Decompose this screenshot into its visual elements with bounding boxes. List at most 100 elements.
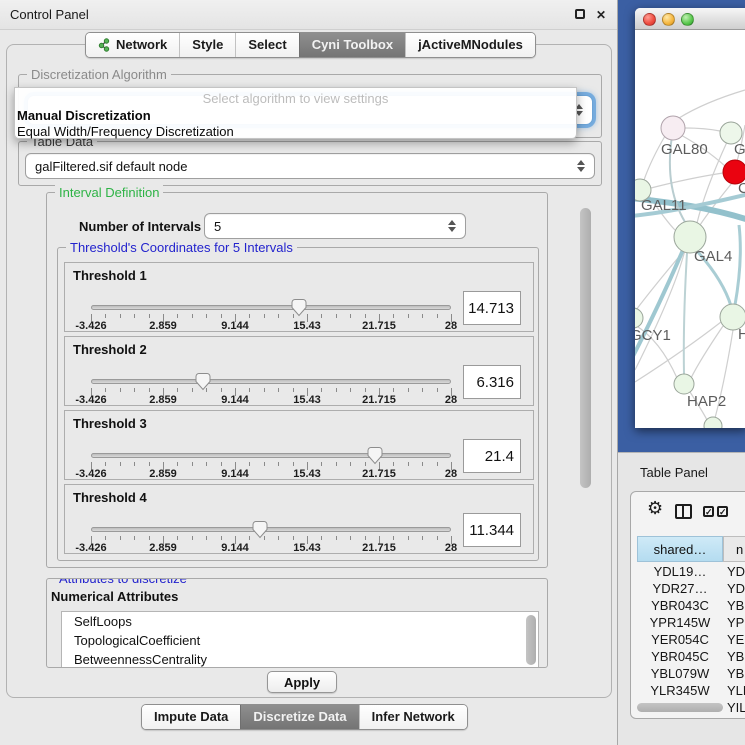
- table-row[interactable]: YBL079W YBL0: [637, 666, 745, 683]
- tab-network[interactable]: Network: [86, 33, 179, 57]
- zoom-traffic-light-icon[interactable]: [681, 13, 694, 26]
- threshold-4-label: Threshold 4: [73, 490, 147, 505]
- float-window-icon[interactable]: [575, 9, 585, 19]
- cell-name[interactable]: YER0: [727, 632, 745, 647]
- label-clipped-g: GA: [734, 141, 745, 158]
- tab-infer-network[interactable]: Infer Network: [359, 705, 467, 729]
- table-row[interactable]: YDR27… YDR2: [637, 581, 745, 598]
- column-header-name[interactable]: n: [723, 536, 745, 562]
- threshold-2-slider[interactable]: [91, 379, 451, 384]
- threshold-4-panel: Threshold 4 -3.426 2.859 9.144 15.43 21.…: [64, 484, 534, 554]
- network-canvas[interactable]: GAL80 GA C GAL11 GAL4 GCY1 H HAP2: [635, 30, 745, 428]
- threshold-3-panel: Threshold 3 -3.426 2.859 9.144 15.43 21.…: [64, 410, 534, 480]
- slider-tick-labels: -3.426 2.859 9.144 15.43 21.715 28: [91, 542, 451, 554]
- cell-shared-name[interactable]: YDR27…: [637, 581, 723, 596]
- threshold-1-slider[interactable]: [91, 305, 451, 310]
- list-scrollbar[interactable]: [526, 615, 536, 665]
- table-row[interactable]: YLR345W YLR3: [637, 683, 745, 700]
- interval-definition-group: Interval Definition Number of Intervals …: [46, 192, 548, 568]
- table-row[interactable]: YER054C YER0: [637, 632, 745, 649]
- number-of-intervals-label: Number of Intervals: [79, 219, 201, 234]
- cell-name[interactable]: YDR2: [727, 581, 745, 596]
- cell-shared-name[interactable]: YER054C: [637, 632, 723, 647]
- control-panel: Control Panel ✕ Network Style Select Cyn…: [0, 0, 618, 745]
- tab-jactivemnodules[interactable]: jActiveMNodules: [405, 33, 535, 57]
- threshold-2-label: Threshold 2: [73, 342, 147, 357]
- table-panel-body: ⚙ ✓ ✓ shared… n YDL19… YDL1 YDR27… YDR2 YBR0…: [630, 491, 745, 719]
- checkbox-icon[interactable]: ✓: [703, 506, 714, 517]
- slider-tick-labels: -3.426 2.859 9.144 15.43 21.715 28: [91, 394, 451, 406]
- cell-name[interactable]: YIL0: [727, 700, 745, 715]
- tab-impute-data[interactable]: Impute Data: [142, 705, 240, 729]
- cell-shared-name[interactable]: YBR043C: [637, 598, 723, 613]
- label-gal4: GAL4: [694, 248, 732, 265]
- threshold-1-label: Threshold 1: [73, 268, 147, 283]
- popup-option-manual[interactable]: Manual Discretization: [17, 108, 572, 123]
- threshold-4-slider[interactable]: [91, 527, 451, 532]
- cell-shared-name[interactable]: YBR045C: [637, 649, 723, 664]
- apply-button[interactable]: Apply: [267, 671, 337, 693]
- threshold-2-panel: Threshold 2 -3.426 2.859 9.144 15.43 21.…: [64, 336, 534, 406]
- slider-tick-labels: -3.426 2.859 9.144 15.43 21.715 28: [91, 320, 451, 332]
- label-gal11: GAL11: [641, 197, 687, 214]
- gear-icon[interactable]: ⚙: [647, 498, 663, 519]
- table-row[interactable]: YBR043C YBR0: [637, 598, 745, 615]
- table-data-group: Table Data galFiltered.sif default node: [18, 141, 602, 186]
- cell-shared-name[interactable]: YBL079W: [637, 666, 723, 681]
- checkbox-icon[interactable]: ✓: [717, 506, 728, 517]
- list-item[interactable]: BetweennessCentrality: [62, 650, 538, 668]
- network-window-titlebar[interactable]: [635, 8, 745, 30]
- cell-shared-name[interactable]: YLR345W: [637, 683, 723, 698]
- tab-style[interactable]: Style: [179, 33, 235, 57]
- close-traffic-light-icon[interactable]: [643, 13, 656, 26]
- table-data-combobox[interactable]: galFiltered.sif default node: [25, 153, 595, 179]
- table-panel-title: Table Panel: [640, 465, 708, 480]
- cell-shared-name[interactable]: YPR145W: [637, 615, 723, 630]
- list-item[interactable]: TopologicalCoefficient: [62, 631, 538, 650]
- threshold-3-label: Threshold 3: [73, 416, 147, 431]
- cell-name[interactable]: YBR0: [727, 649, 745, 664]
- node-gal80[interactable]: [661, 116, 685, 140]
- threshold-2-value-field[interactable]: 6.316: [463, 365, 521, 399]
- threshold-3-slider[interactable]: [91, 453, 451, 458]
- tab-discretize-data[interactable]: Discretize Data: [240, 705, 358, 729]
- cell-shared-name[interactable]: YDL19…: [637, 564, 723, 579]
- threshold-4-value-field[interactable]: 11.344: [463, 513, 521, 547]
- cell-name[interactable]: YDL1: [727, 564, 745, 579]
- thresholds-group: Threshold's Coordinates for 5 Intervals …: [57, 247, 539, 561]
- close-icon[interactable]: ✕: [595, 9, 607, 21]
- cell-name[interactable]: YLR3: [727, 683, 745, 698]
- tab-cyni-toolbox[interactable]: Cyni Toolbox: [299, 33, 405, 57]
- table-row[interactable]: YDL19… YDL1: [637, 564, 745, 581]
- threshold-3-value-field[interactable]: 21.4: [463, 439, 521, 473]
- cell-name[interactable]: YPR1: [727, 615, 745, 630]
- combo-arrows-icon: [448, 220, 457, 232]
- table-row[interactable]: YBR045C YBR0: [637, 649, 745, 666]
- number-of-intervals-combobox[interactable]: 5: [204, 213, 466, 239]
- control-panel-titlebar: Control Panel ✕: [0, 0, 617, 30]
- numerical-attributes-list[interactable]: SelfLoops TopologicalCoefficient Between…: [61, 611, 539, 668]
- threshold-1-value-field[interactable]: 14.713: [463, 291, 521, 325]
- algorithm-dropdown-popup: Select algorithm to view settings Manual…: [14, 87, 577, 139]
- label-clipped-h: H: [738, 326, 745, 343]
- label-hap2: HAP2: [687, 393, 726, 410]
- table-row[interactable]: YPR145W YPR1: [637, 615, 745, 632]
- table-data-combo-value: galFiltered.sif default node: [35, 159, 187, 174]
- column-header-shared-name[interactable]: shared…: [637, 536, 723, 562]
- network-icon: [98, 38, 111, 52]
- cell-name[interactable]: YBR0: [727, 598, 745, 613]
- tab-select[interactable]: Select: [235, 33, 298, 57]
- list-item[interactable]: SelfLoops: [62, 612, 538, 631]
- node-hap2[interactable]: [674, 374, 694, 394]
- split-columns-icon[interactable]: [675, 504, 692, 519]
- popup-option-equal-width[interactable]: Equal Width/Frequency Discretization: [17, 124, 572, 139]
- label-gcy1: GCY1: [635, 327, 671, 344]
- combo-arrows-icon: [577, 160, 586, 172]
- cell-name[interactable]: YBL0: [727, 666, 745, 681]
- table-horizontal-scrollbar[interactable]: [637, 703, 723, 712]
- node-gcy1[interactable]: [635, 308, 643, 328]
- panel-scrollbar[interactable]: [580, 208, 591, 488]
- minimize-traffic-light-icon[interactable]: [662, 13, 675, 26]
- attributes-group-title: Attributes to discretize: [55, 578, 191, 586]
- network-window[interactable]: GAL80 GA C GAL11 GAL4 GCY1 H HAP2: [635, 8, 745, 428]
